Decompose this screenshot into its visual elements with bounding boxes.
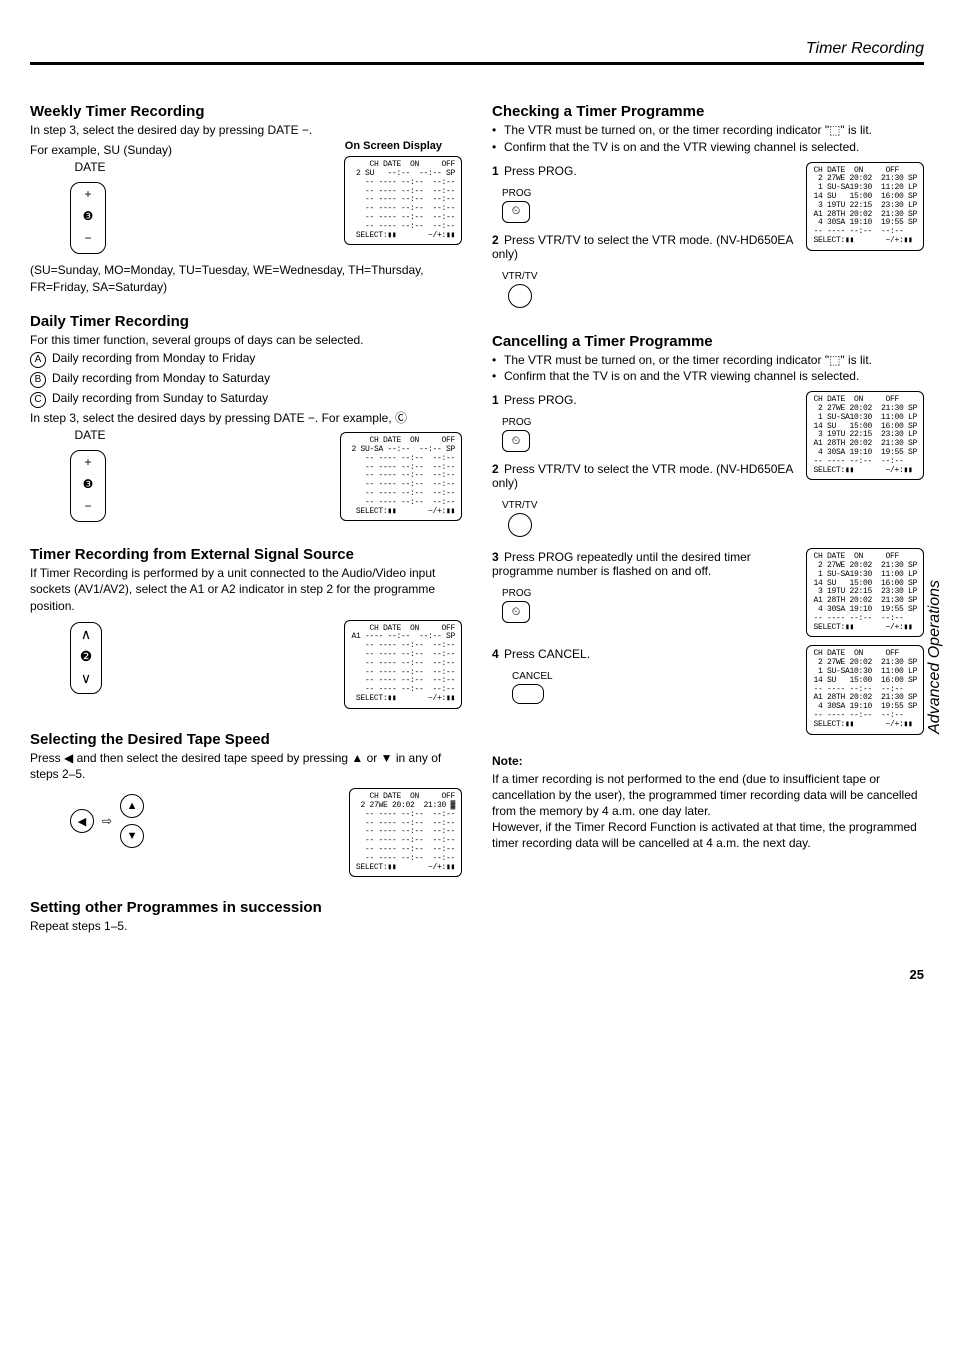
cancel-button[interactable]: CANCEL — [512, 671, 553, 704]
checking-step1: Press PROG. — [504, 164, 577, 178]
arrow-buttons: ◀ ⇨ ▲ ▼ — [70, 794, 144, 848]
date-mid: ❸ — [71, 205, 105, 227]
date-plus-2[interactable]: + — [71, 451, 105, 473]
side-tab: Advanced Operations — [926, 580, 944, 734]
osd-cancel-3: CH DATE ON OFF 2 27WE 20:02 21:30 SP 1 S… — [806, 548, 924, 637]
page-header: Timer Recording — [30, 40, 924, 65]
date-widget: + ❸ − — [70, 182, 106, 254]
osd-external: CH DATE ON OFF A1 ---- --:-- --:-- SP --… — [344, 620, 462, 709]
cancel-step1: Press PROG. — [504, 393, 577, 407]
daily-b-text: Daily recording from Monday to Saturday — [52, 371, 270, 385]
cancel-b1: The VTR must be turned on, or the timer … — [492, 352, 924, 369]
heading-checking: Checking a Timer Programme — [492, 103, 924, 120]
external-p: If Timer Recording is performed by a uni… — [30, 565, 462, 614]
date-label-2: DATE — [70, 428, 110, 442]
succession-p: Repeat steps 1–5. — [30, 918, 462, 934]
arrow-sep: ⇨ — [102, 814, 112, 828]
ch-mid: ❷ — [71, 645, 101, 667]
daily-c-text: Daily recording from Sunday to Saturday — [52, 391, 268, 405]
left-arrow-button[interactable]: ◀ — [70, 809, 94, 833]
daily-b: BDaily recording from Monday to Saturday — [30, 370, 462, 388]
note-heading: Note: — [492, 753, 924, 769]
daily-c: CDaily recording from Sunday to Saturday — [30, 390, 462, 408]
date-mid-2: ❸ — [71, 473, 105, 495]
date-minus-2[interactable]: − — [71, 495, 105, 517]
ch-up[interactable]: ∧ — [71, 623, 101, 645]
osd-checking: CH DATE ON OFF 2 27WE 20:02 21:30 SP 1 S… — [806, 162, 924, 251]
cancel-step3: Press PROG repeatedly until the desired … — [492, 550, 751, 578]
heading-cancel: Cancelling a Timer Programme — [492, 333, 924, 350]
left-column: Weekly Timer Recording In step 3, select… — [30, 85, 462, 937]
page-number: 25 — [30, 967, 924, 982]
prog-button[interactable]: PROG ⏲ — [502, 188, 531, 223]
prog-button-3[interactable]: PROG ⏲ — [502, 588, 531, 623]
prog-button-2[interactable]: PROG ⏲ — [502, 417, 531, 452]
vtr-button-2[interactable]: VTR/TV — [502, 500, 538, 540]
right-column: Checking a Timer Programme The VTR must … — [492, 85, 924, 937]
vtr-button[interactable]: VTR/TV — [502, 271, 538, 311]
weekly-legend: (SU=Sunday, MO=Monday, TU=Tuesday, WE=We… — [30, 262, 462, 294]
heading-succession: Setting other Programmes in succession — [30, 899, 462, 916]
updown-widget: ∧ ❷ ∨ — [70, 622, 102, 694]
osd-cancel-1: CH DATE ON OFF 2 27WE 20:02 21:30 SP 1 S… — [806, 391, 924, 480]
checking-b2: Confirm that the TV is on and the VTR vi… — [492, 139, 924, 156]
tapespeed-p: Press ◀ and then select the desired tape… — [30, 750, 462, 782]
heading-daily: Daily Timer Recording — [30, 313, 462, 330]
date-minus[interactable]: − — [71, 227, 105, 249]
prog-label-3: PROG — [502, 588, 531, 599]
heading-tapespeed: Selecting the Desired Tape Speed — [30, 731, 462, 748]
cancel-step4: Press CANCEL. — [504, 647, 590, 661]
ch-down[interactable]: ∨ — [71, 667, 101, 689]
prog-label-2: PROG — [502, 417, 531, 428]
daily-a: ADaily recording from Monday to Friday — [30, 350, 462, 368]
weekly-p1: In step 3, select the desired day by pre… — [30, 122, 462, 138]
osd-weekly: CH DATE ON OFF 2 SU --:-- --:-- SP -- --… — [344, 156, 462, 245]
cancel-b2: Confirm that the TV is on and the VTR vi… — [492, 368, 924, 385]
osd-tapespeed: CH DATE ON OFF 2 27WE 20:02 21:30 ▓ -- -… — [349, 788, 462, 877]
checking-step2: Press VTR/TV to select the VTR mode. (NV… — [492, 233, 793, 261]
osd-daily: CH DATE ON OFF 2 SU-SA --:-- --:-- SP --… — [340, 432, 462, 521]
weekly-p2: For example, SU (Sunday) — [30, 142, 172, 158]
up-arrow-button[interactable]: ▲ — [120, 794, 144, 818]
osd-label: On Screen Display — [182, 140, 442, 152]
note-p: If a timer recording is not performed to… — [492, 771, 924, 852]
checking-b1: The VTR must be turned on, or the timer … — [492, 122, 924, 139]
vtr-label-2: VTR/TV — [502, 500, 538, 511]
date-label: DATE — [70, 160, 110, 174]
daily-p3: In step 3, select the desired days by pr… — [30, 410, 462, 426]
cancel-label: CANCEL — [512, 671, 553, 682]
down-arrow-button[interactable]: ▼ — [120, 824, 144, 848]
prog-label: PROG — [502, 188, 531, 199]
osd-cancel-4: CH DATE ON OFF 2 27WE 20:02 21:30 SP 1 S… — [806, 645, 924, 734]
vtr-label: VTR/TV — [502, 271, 538, 282]
heading-external: Timer Recording from External Signal Sou… — [30, 546, 462, 563]
cancel-step2: Press VTR/TV to select the VTR mode. (NV… — [492, 462, 793, 490]
date-widget-2: + ❸ − — [70, 450, 106, 522]
daily-a-text: Daily recording from Monday to Friday — [52, 351, 255, 365]
date-plus[interactable]: + — [71, 183, 105, 205]
heading-weekly: Weekly Timer Recording — [30, 103, 462, 120]
daily-intro: For this timer function, several groups … — [30, 332, 462, 348]
